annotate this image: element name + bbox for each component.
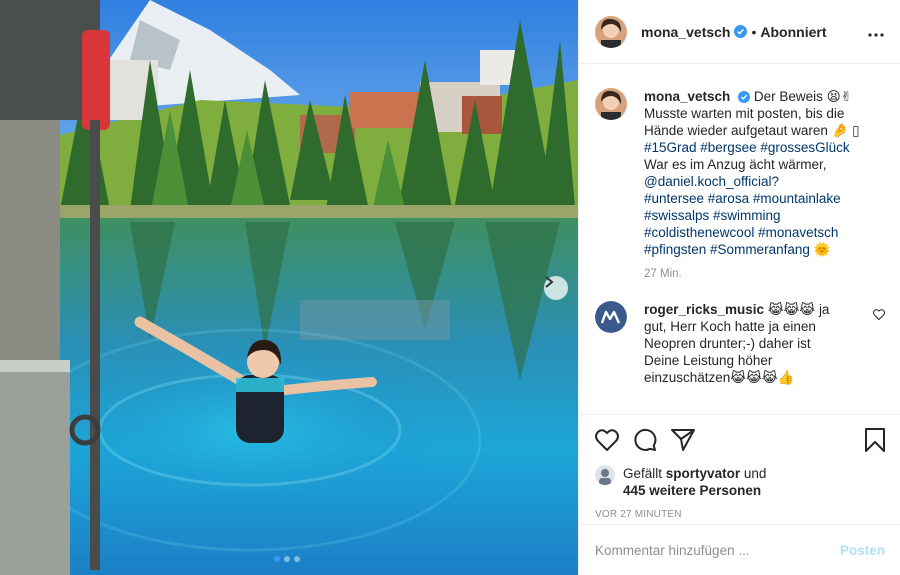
share-button[interactable] (671, 429, 695, 451)
comment-text: Neopren drunter;-) daher ist (644, 336, 811, 351)
comment-button[interactable] (633, 428, 657, 452)
hashtag-link[interactable]: #untersee #arosa #mountainlake (644, 190, 874, 207)
carousel-dot (294, 556, 300, 562)
likes-prefix: Gefällt (623, 466, 663, 481)
avatar[interactable] (595, 301, 627, 333)
hashtag-link[interactable]: #coldisthenewcool #monavetsch (644, 224, 874, 241)
verified-badge-icon (738, 91, 751, 103)
carousel-dot (274, 556, 280, 562)
chevron-right-icon (545, 276, 554, 288)
comment-bubble-icon (634, 428, 657, 451)
post-details-panel: mona_vetsch • Abonniert mona_vetsch Der … (578, 0, 900, 575)
hashtag-link[interactable]: #15Grad #bergsee #grossesGlück (644, 139, 874, 156)
comment-text: einzuschätzen😹😹😹👍 (644, 370, 795, 385)
avatar[interactable] (595, 15, 627, 48)
caption: mona_vetsch Der Beweis 😫✌ Musste warten … (595, 88, 885, 283)
likes-count[interactable]: 445 weitere Personen (623, 482, 766, 499)
comment-item: roger_ricks_music 😹😹😹 ja gut, Herr Koch … (595, 301, 885, 386)
comment-text: 😹😹😹 (767, 302, 816, 317)
avatar[interactable] (595, 465, 615, 485)
caption-text: War es im Anzug ächt wärmer, (644, 157, 827, 172)
post-timestamp[interactable]: VOR 27 MINUTEN (595, 509, 885, 520)
post-header: mona_vetsch • Abonniert (579, 0, 900, 64)
heart-icon (595, 429, 619, 451)
user-avatar-icon (595, 15, 627, 48)
more-options-button[interactable] (868, 24, 884, 40)
caption-text: Musste warten mit posten, bis die (644, 106, 845, 121)
photo-lake-scene (0, 0, 578, 575)
post-actions-section: Gefällt sportyvator und 445 weitere Pers… (579, 414, 900, 520)
header-username[interactable]: mona_vetsch (641, 24, 730, 40)
avatar[interactable] (595, 88, 627, 120)
paper-plane-icon (671, 429, 695, 451)
more-dots-icon (868, 32, 884, 37)
carousel-indicator (274, 556, 300, 562)
carousel-dot (284, 556, 290, 562)
action-bar (595, 415, 885, 465)
like-comment-button[interactable] (873, 307, 885, 323)
liker-avatar-icon (595, 465, 615, 485)
liker-username[interactable]: sportyvator (666, 466, 740, 481)
caption-body: mona_vetsch Der Beweis 😫✌ Musste warten … (644, 88, 874, 283)
separator-dot: • (751, 23, 757, 40)
user-avatar-icon (595, 88, 627, 120)
hashtag-link[interactable]: #swissalps #swimming (644, 207, 874, 224)
mention-link[interactable]: @daniel.koch_official? (644, 173, 874, 190)
caption-text: Der Beweis 😫✌ (753, 89, 852, 104)
comment-body: roger_ricks_music 😹😹😹 ja gut, Herr Koch … (644, 301, 865, 386)
follow-button[interactable]: Abonniert (760, 24, 826, 40)
caption-username[interactable]: mona_vetsch (644, 89, 730, 104)
commenter-avatar-icon (595, 301, 627, 333)
comment-username[interactable]: roger_ricks_music (644, 302, 764, 317)
post-comment-button[interactable]: Posten (840, 543, 885, 558)
likes-connector: und (743, 466, 767, 481)
save-button[interactable] (865, 428, 885, 452)
comment-input[interactable] (595, 542, 840, 558)
likes-summary: Gefällt sportyvator und 445 weitere Pers… (595, 465, 885, 499)
comment-text: Deine Leistung höher (644, 353, 773, 368)
add-comment-bar: Posten (579, 524, 900, 575)
bookmark-icon (865, 428, 885, 452)
comment-text: ja (818, 302, 830, 317)
hashtag-link[interactable]: #pfingsten #Sommeranfang 🌞 (644, 241, 874, 258)
caption-text: Hände wieder aufgetaut waren 🤌 ▯ (644, 123, 860, 138)
caption-time[interactable]: 27 Min. (644, 266, 874, 283)
verified-badge-icon (734, 25, 748, 38)
comment-text: gut, Herr Koch hatte ja einen (644, 319, 816, 334)
comments-list[interactable]: mona_vetsch Der Beweis 😫✌ Musste warten … (579, 70, 900, 414)
heart-outline-icon (873, 309, 885, 321)
like-button[interactable] (595, 429, 619, 451)
carousel-next-button[interactable] (544, 276, 568, 300)
post-photo[interactable] (0, 0, 578, 575)
